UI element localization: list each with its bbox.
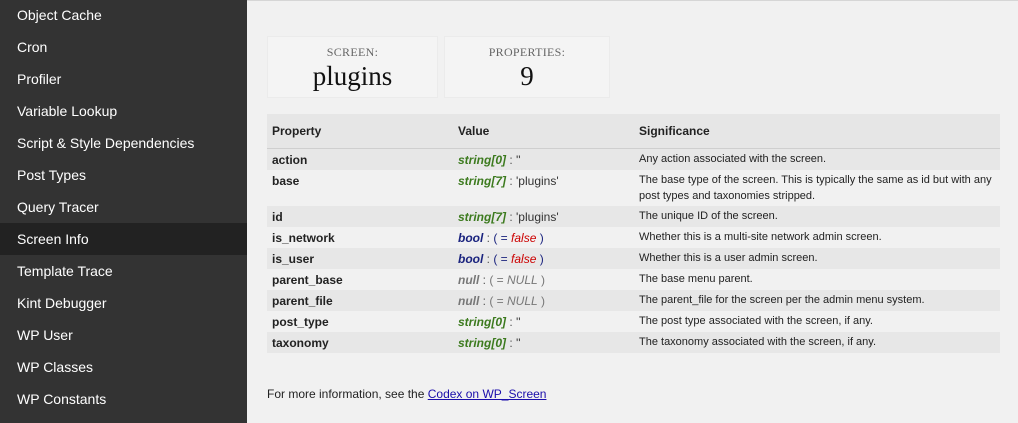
header-value: Value	[453, 114, 634, 149]
value-content: false	[511, 231, 537, 245]
sidebar-item-wp-constants[interactable]: WP Constants	[0, 383, 247, 415]
properties-value: 9	[520, 61, 534, 91]
value-type: null	[458, 294, 480, 308]
property-value: null : ( = NULL )	[453, 290, 634, 311]
property-significance: The base type of the screen. This is typ…	[639, 174, 992, 202]
table-row: post_type string[0] : '' The post type ass…	[267, 311, 1000, 332]
value-type: string[0]	[458, 315, 506, 329]
header-property: Property	[267, 114, 453, 149]
property-significance: The post type associated with the screen…	[639, 315, 873, 327]
property-value: string[0] : ''	[453, 148, 634, 170]
property-value: bool : ( = false )	[453, 248, 634, 269]
table-row: parent_base null : ( = NULL ) The base men…	[267, 269, 1000, 290]
codex-link[interactable]: Codex on WP_Screen	[428, 387, 547, 401]
properties-table: Property Value Significance action string…	[267, 114, 1000, 353]
value-type: string[7]	[458, 210, 506, 224]
header-significance: Significance	[634, 114, 1000, 149]
property-value: string[0] : ''	[458, 315, 521, 329]
properties-stat-box: PROPERTIES: 9	[444, 36, 610, 98]
property-significance: Whether this is a multi-site network adm…	[639, 231, 882, 243]
sidebar-item-kint-debugger[interactable]: Kint Debugger	[0, 287, 247, 319]
properties-label: PROPERTIES:	[488, 45, 566, 59]
value-type: string[0]	[458, 336, 506, 350]
sidebar-item-template-trace[interactable]: Template Trace	[0, 255, 247, 287]
table-row: id string[7] : 'plugins' The unique ID of …	[267, 206, 1000, 227]
value-content: ''	[516, 336, 521, 350]
property-significance: Whether this is a user admin screen.	[634, 248, 1000, 269]
table-row: action string[0] : '' Any action associate…	[267, 148, 1000, 170]
property-name: is_user	[267, 248, 453, 269]
property-name: id	[267, 206, 453, 227]
table-row: is_network bool : ( = false ) Whether this…	[267, 227, 1000, 248]
sidebar-item-profiler[interactable]: Profiler	[0, 63, 247, 95]
table-row: parent_file null : ( = NULL ) The parent_f…	[267, 290, 1000, 311]
screen-label: SCREEN:	[326, 45, 379, 59]
property-significance: The base menu parent.	[639, 273, 753, 285]
value-content: NULL	[507, 273, 538, 287]
sidebar-item-screen-info[interactable]: Screen Info	[0, 223, 247, 255]
value-type: bool	[458, 252, 484, 266]
sidebar-item-cron[interactable]: Cron	[0, 31, 247, 63]
property-name: base	[272, 174, 300, 188]
property-name: is_network	[272, 231, 335, 245]
screen-stat-box: SCREEN: plugins	[267, 36, 438, 98]
table-row: is_user bool : ( = false ) Whether this is…	[267, 248, 1000, 269]
footer-info: For more information, see the Codex on W…	[267, 387, 546, 401]
footer-text: For more information, see the	[267, 387, 428, 401]
value-type: null	[458, 273, 480, 287]
sidebar-item-query-tracer[interactable]: Query Tracer	[0, 191, 247, 223]
table-row: base string[7] : 'plugins' The base type o…	[267, 170, 1000, 206]
property-value: string[7] : 'plugins'	[453, 206, 634, 227]
property-significance: Any action associated with the screen.	[634, 148, 1000, 170]
value-content: 'plugins'	[516, 174, 559, 188]
sidebar-item-variable-lookup[interactable]: Variable Lookup	[0, 95, 247, 127]
sidebar-item-script-style-dependencies[interactable]: Script & Style Dependencies	[0, 127, 247, 159]
table-row: taxonomy string[0] : '' The taxonomy assoc…	[267, 332, 1000, 353]
property-significance: The parent_file for the screen per the a…	[634, 290, 1000, 311]
value-type: string[7]	[458, 174, 506, 188]
value-content: 'plugins'	[516, 210, 559, 224]
property-value: string[0] : ''	[453, 332, 634, 353]
screen-value: plugins	[312, 61, 393, 91]
value-content: NULL	[507, 294, 538, 308]
value-content: ''	[516, 315, 521, 329]
property-name: parent_base	[272, 273, 343, 287]
sidebar-item-wp-classes[interactable]: WP Classes	[0, 351, 247, 383]
value-content: ''	[516, 153, 521, 167]
property-name: post_type	[272, 315, 329, 329]
property-value: string[7] : 'plugins'	[458, 174, 559, 188]
value-type: string[0]	[458, 153, 506, 167]
sidebar-item-object-cache[interactable]: Object Cache	[0, 0, 247, 31]
table-header-row: Property Value Significance	[267, 114, 1000, 149]
property-name: action	[267, 148, 453, 170]
sidebar-item-post-types[interactable]: Post Types	[0, 159, 247, 191]
sidebar: Object Cache Cron Profiler Variable Look…	[0, 0, 247, 423]
property-significance: The unique ID of the screen.	[634, 206, 1000, 227]
main-panel: SCREEN: plugins PROPERTIES: 9 Property V…	[247, 0, 1018, 423]
property-value: bool : ( = false )	[458, 231, 544, 245]
property-name: taxonomy	[267, 332, 453, 353]
property-name: parent_file	[267, 290, 453, 311]
property-value: null : ( = NULL )	[458, 273, 546, 287]
value-type: bool	[458, 231, 484, 245]
value-content: false	[511, 252, 537, 266]
property-significance: The taxonomy associated with the screen,…	[634, 332, 1000, 353]
sidebar-item-wp-user[interactable]: WP User	[0, 319, 247, 351]
